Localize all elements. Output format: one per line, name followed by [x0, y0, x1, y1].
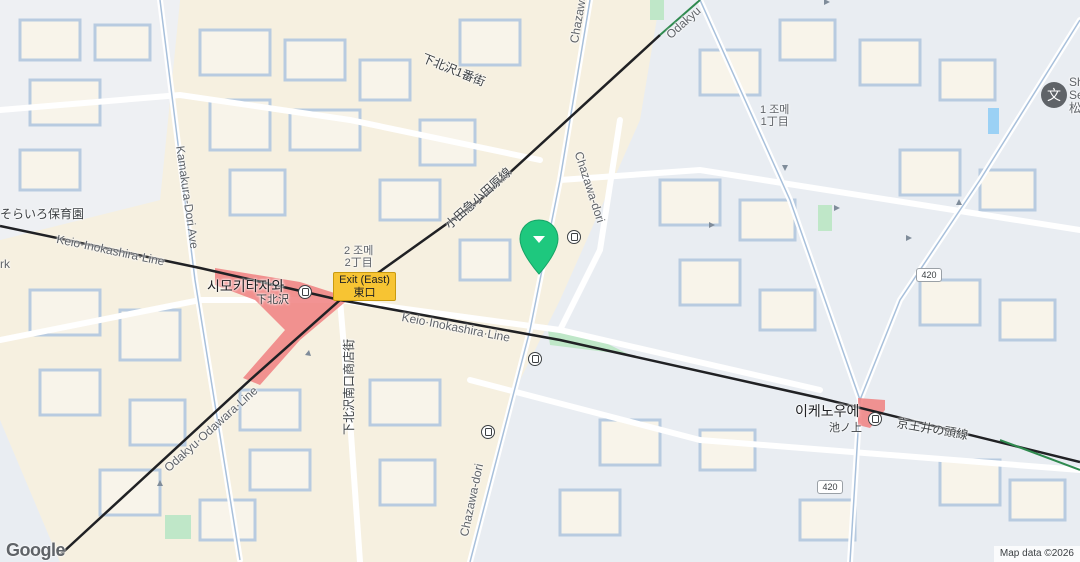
google-logo[interactable]: Google — [6, 540, 66, 561]
station-ikenoue-sub: 池ノ上 — [829, 422, 862, 434]
poi-label-park-partial: rk — [0, 257, 10, 271]
station-ikenoue-icon[interactable] — [868, 412, 882, 426]
area-label-1chome: 1 조메 1丁目 — [760, 104, 789, 128]
station-ikenoue-name[interactable]: 이케노우에 — [795, 404, 859, 418]
area-label-2chome: 2 조메 2丁目 — [344, 245, 373, 269]
bus-stop-icon[interactable] — [481, 425, 495, 439]
street-label-shotengai: 下北沢南口商店街 — [342, 338, 356, 435]
bus-stop-icon[interactable] — [528, 352, 542, 366]
area-label-1chome-kr: 1 조메 — [760, 104, 790, 116]
poi-label-school-3: 松 — [1069, 101, 1080, 115]
school-icon[interactable]: 文 — [1041, 82, 1067, 108]
station-exit-east-label[interactable]: Exit (East) 東口 — [333, 272, 396, 301]
map-canvas[interactable]: 下北沢1番街 1 조메 1丁目 2 조메 2丁目 そらいろ保育園 rk Chaz… — [0, 0, 1080, 562]
area-label-2chome-jp: 2丁目 — [344, 257, 373, 269]
location-pin-icon[interactable] — [518, 218, 560, 276]
map-attribution[interactable]: Map data ©2026 — [993, 546, 1080, 562]
route-badge-420: 420 — [817, 480, 843, 494]
route-badge-420: 420 — [916, 268, 942, 282]
exit-label-jp: 東口 — [353, 287, 376, 299]
station-shimokitazawa-icon[interactable] — [298, 285, 312, 299]
exit-label-en: Exit (East) — [339, 274, 390, 286]
station-shimokitazawa-name[interactable]: 시모키타자와 — [207, 279, 284, 293]
area-label-2chome-kr: 2 조메 — [344, 245, 374, 257]
station-shimokitazawa-sub: 下北沢 — [256, 294, 289, 306]
poi-label-nursery: そらいろ保育園 — [0, 207, 85, 221]
bus-stop-icon[interactable] — [567, 230, 581, 244]
area-label-1chome-jp: 1丁目 — [760, 116, 789, 128]
